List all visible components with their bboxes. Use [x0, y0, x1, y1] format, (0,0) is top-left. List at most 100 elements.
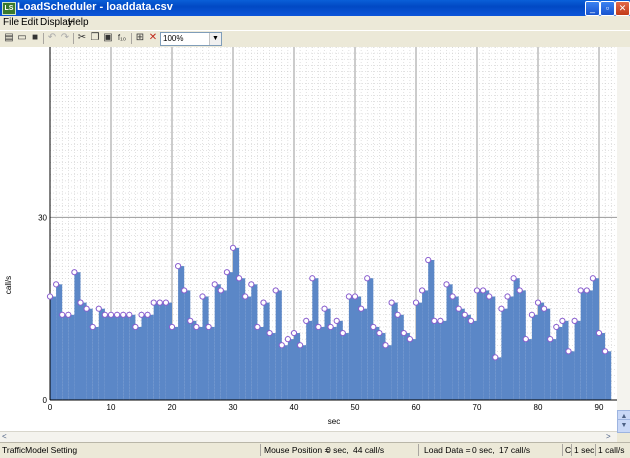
chart-bar: [300, 345, 307, 400]
chart-area[interactable]: 0 10 20 30 40 50 60 70 80 90 0 30 sec call/s: [0, 47, 617, 431]
chart-bar: [178, 266, 185, 400]
x-tick-label: 90: [595, 403, 604, 412]
chart-point: [297, 342, 304, 349]
chart-bar: [111, 314, 118, 400]
chart-point: [376, 329, 383, 337]
chart-point: [144, 311, 151, 318]
chart-point: [443, 281, 450, 288]
menu-file[interactable]: File: [3, 17, 19, 28]
chart-point: [266, 329, 273, 337]
chart-bar: [489, 296, 496, 400]
status-load-calls: 17 call/s: [499, 445, 531, 455]
menu-help[interactable]: Help: [68, 17, 89, 28]
status-load-label: Load Data =: [424, 445, 471, 455]
chart-point: [412, 299, 420, 306]
chart-bar: [196, 326, 203, 400]
chart-point: [425, 256, 432, 264]
chart-bar: [86, 308, 93, 400]
scroll-down-button[interactable]: ▼: [617, 419, 630, 433]
chart-bar: [135, 326, 142, 400]
chart-point: [449, 293, 456, 300]
chart-point: [455, 305, 462, 312]
chart-bar: [568, 351, 575, 400]
chart-point: [382, 342, 389, 349]
chart-point: [589, 275, 597, 282]
chart-bar: [361, 308, 368, 400]
minimize-button[interactable]: _: [585, 1, 600, 16]
y-tick-label: 0: [43, 396, 48, 405]
chart-bar: [446, 284, 453, 400]
chart-point: [126, 311, 133, 318]
chart-point: [486, 293, 493, 300]
status-divider: [571, 444, 572, 456]
chart-point: [284, 336, 291, 343]
app-icon: LS: [2, 2, 16, 15]
load-chart[interactable]: 0 10 20 30 40 50 60 70 80 90 0 30 sec call/s: [0, 47, 617, 431]
chart-bar: [464, 314, 471, 400]
chart-point: [107, 311, 115, 318]
title-bar: LS LoadScheduler - loaddata.csv _ ▫ ✕: [0, 0, 630, 16]
delete-icon[interactable]: ✕: [147, 32, 159, 44]
function-icon[interactable]: f₁₀: [115, 32, 129, 44]
chart-point: [83, 305, 90, 312]
copy-icon[interactable]: ❐: [89, 32, 101, 44]
chart-bar: [550, 339, 557, 400]
chart-bar: [544, 308, 551, 400]
paste-icon[interactable]: ▣: [102, 32, 114, 44]
maximize-button[interactable]: ▫: [600, 1, 615, 16]
chart-bar: [525, 339, 532, 400]
chart-bar: [397, 314, 404, 400]
open-icon[interactable]: ▭: [16, 32, 28, 44]
x-tick-label: 70: [473, 403, 482, 412]
chart-bar: [190, 320, 197, 400]
menu-edit[interactable]: Edit: [21, 17, 38, 28]
chart-bar: [416, 302, 423, 400]
chart-point: [77, 299, 84, 306]
chart-point: [345, 293, 352, 300]
chart-bar: [355, 296, 362, 400]
chart-point: [132, 323, 139, 331]
chart-point: [229, 244, 237, 251]
save-icon[interactable]: ■: [29, 32, 41, 44]
chart-point: [290, 329, 298, 337]
x-tick-label: 10: [107, 403, 116, 412]
chart-bar: [68, 314, 75, 400]
chart-bar: [422, 290, 429, 400]
chart-bar: [538, 302, 545, 400]
chevron-down-icon[interactable]: ▼: [209, 33, 221, 45]
chart-point: [370, 323, 377, 331]
chart-point: [431, 317, 438, 324]
vertical-scrollbar[interactable]: ▲ ▼: [617, 47, 630, 433]
redo-icon[interactable]: ↷: [59, 32, 71, 44]
chart-bar: [62, 314, 69, 400]
table-icon[interactable]: ⊞: [134, 32, 146, 44]
chart-bar: [281, 345, 288, 400]
chart-bar: [605, 351, 612, 400]
chart-bar: [513, 278, 520, 400]
chart-bar: [56, 284, 63, 400]
chart-point: [150, 299, 157, 306]
zoom-select[interactable]: 100% ▼: [160, 32, 222, 46]
chart-point: [193, 323, 200, 331]
chart-point: [46, 293, 54, 300]
chart-point: [333, 317, 340, 324]
scroll-left-button[interactable]: <: [2, 432, 7, 441]
cut-icon[interactable]: ✂: [76, 32, 88, 44]
chart-bar: [458, 308, 465, 400]
scroll-right-button[interactable]: >: [606, 432, 611, 441]
chart-point: [321, 305, 328, 312]
chart-point: [242, 293, 249, 300]
chart-point: [217, 287, 224, 294]
chart-point: [168, 323, 176, 331]
chart-bar: [312, 278, 319, 400]
new-icon[interactable]: ▤: [3, 32, 15, 44]
chart-point: [138, 311, 145, 318]
x-tick-label: 0: [48, 403, 53, 412]
chart-point: [175, 263, 182, 270]
status-mouse-label: Mouse Position =: [264, 445, 330, 455]
x-tick-label: 20: [168, 403, 177, 412]
chart-bar: [172, 326, 179, 400]
close-button[interactable]: ✕: [615, 1, 630, 16]
undo-icon[interactable]: ↶: [46, 32, 58, 44]
chart-point: [101, 311, 109, 318]
